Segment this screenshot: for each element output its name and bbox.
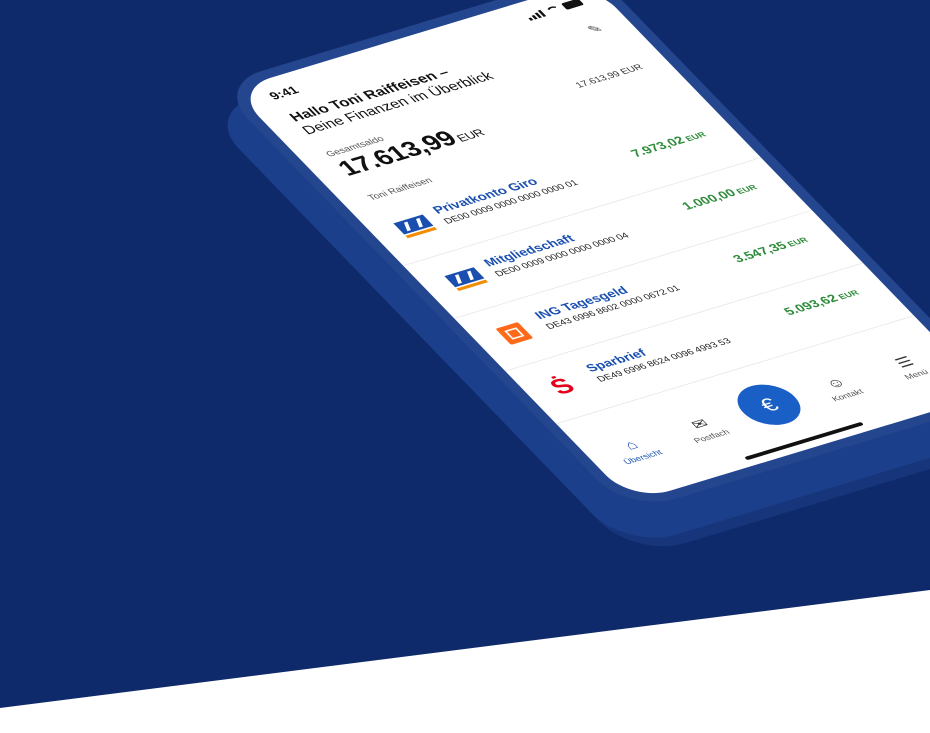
- phone-mockup: 9:41 Hallo Toni Raiffeisen – Deine Finan…: [203, 0, 930, 550]
- stage: 9:41 Hallo Toni Raiffeisen – Deine Finan…: [0, 0, 930, 733]
- vr-bank-logo: [444, 267, 489, 292]
- account-balance: 3.547,35EUR: [730, 233, 811, 265]
- tab-contact[interactable]: ☺ Kontakt: [800, 368, 882, 409]
- tab-overview[interactable]: ⌂ Übersicht: [595, 430, 677, 471]
- status-time: 9:41: [266, 84, 303, 103]
- edit-pencil-icon[interactable]: ✎: [584, 21, 607, 37]
- account-balance-value: 5.093,62: [780, 292, 842, 318]
- signal-icon: [525, 9, 547, 21]
- phone-frame: 9:41 Hallo Toni Raiffeisen – Deine Finan…: [215, 0, 930, 513]
- vr-bank-logo: [393, 214, 438, 240]
- sparkasse-logo: Ṡ: [544, 373, 582, 400]
- account-balance-value: 1.000,00: [678, 186, 740, 213]
- account-balance-value: 3.547,35: [729, 239, 791, 266]
- account-balance-currency: EUR: [785, 236, 811, 249]
- account-balance: 5.093,62EUR: [781, 286, 862, 318]
- account-group-sum: 17.613,99 EUR: [573, 62, 646, 90]
- total-balance-currency: EUR: [453, 126, 488, 144]
- ing-logo: [495, 322, 534, 345]
- account-balance-currency: EUR: [683, 130, 709, 144]
- wifi-icon: [544, 4, 563, 15]
- tab-postbox[interactable]: ✉ Postfach: [664, 409, 746, 450]
- account-balance: 1.000,00EUR: [679, 181, 760, 213]
- tab-menu[interactable]: ☰ Menü: [868, 347, 930, 388]
- account-balance: 7.973,02EUR: [628, 128, 709, 160]
- account-balance-currency: EUR: [734, 183, 760, 196]
- status-icons: [525, 0, 585, 21]
- battery-icon: [560, 0, 585, 10]
- account-balance-currency: EUR: [836, 289, 862, 302]
- account-balance-value: 7.973,02: [627, 134, 689, 160]
